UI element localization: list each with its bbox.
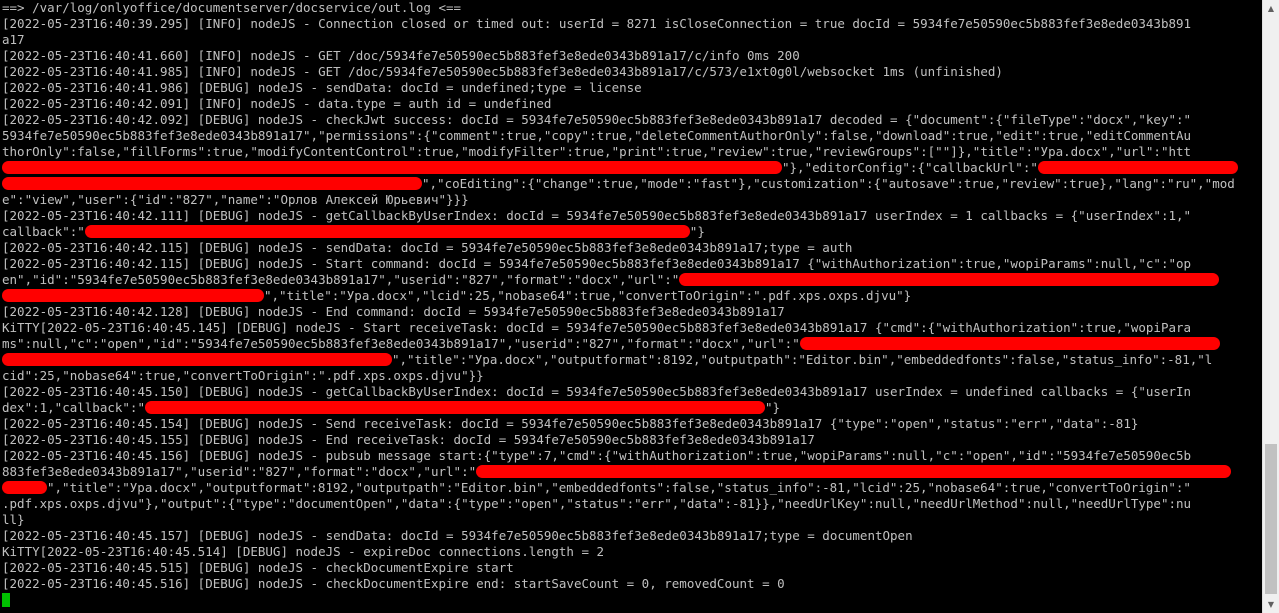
log-line-32: .pdf.xps.oxps.djvu"},"output":{"type":"d… [2,496,1192,511]
log-line-35: KiTTY[2022-05-23T16:40:45.514] [DEBUG] n… [2,544,605,559]
redaction-mark [1037,161,1238,174]
log-line-6: [2022-05-23T16:40:41.986] [DEBUG] nodeJS… [2,80,642,95]
log-line-7: [2022-05-23T16:40:42.091] [INFO] nodeJS … [2,96,552,111]
redaction-mark [2,353,392,366]
log-line-5: [2022-05-23T16:40:41.985] [INFO] nodeJS … [2,64,1003,79]
log-line-31: ","title":"Ура.docx","outputformat":8192… [2,480,1262,496]
log-text: 883fef3e8ede0343b891a17","userid":"827",… [2,464,477,479]
log-text: dex":1,"callback":" [2,400,145,415]
log-line-29: [2022-05-23T16:40:45.156] [DEBUG] nodeJS… [2,448,1192,463]
log-line-34: [2022-05-23T16:40:45.157] [DEBUG] nodeJS… [2,528,913,543]
redaction-mark [2,177,422,190]
log-line-11: "},"editorConfig":{"callbackUrl":" [2,160,1262,176]
log-line-14: [2022-05-23T16:40:42.111] [DEBUG] nodeJS… [2,208,1192,223]
log-line-10: thorOnly":false,"fillForms":true,"modify… [2,144,1192,159]
log-line-13: e":"view","user":{"id":"827","name":"Орл… [2,192,469,207]
log-line-3: a17 [2,32,25,47]
log-line-22: ms":null,"c":"open","id":"5934fe7e50590e… [2,336,1262,352]
log-line-25: [2022-05-23T16:40:45.150] [DEBUG] nodeJS… [2,384,1192,399]
scrollbar-thumb[interactable] [1265,444,1277,594]
redaction-mark [799,337,1220,350]
arrow-up-icon[interactable]: ▲ [1263,0,1279,17]
log-text: "} [689,224,705,239]
log-line-16: [2022-05-23T16:40:42.115] [DEBUG] nodeJS… [2,240,853,255]
log-text: ","coEditing":{"change":true,"mode":"fas… [422,176,1235,191]
log-line-8: [2022-05-23T16:40:42.092] [DEBUG] nodeJS… [2,112,1192,127]
redaction-mark [145,401,765,414]
terminal-cursor [2,592,10,607]
redaction-mark [2,289,264,302]
log-line-12: ","coEditing":{"change":true,"mode":"fas… [2,176,1262,192]
log-line-20: [2022-05-23T16:40:42.128] [DEBUG] nodeJS… [2,304,785,319]
log-line-27: [2022-05-23T16:40:45.154] [DEBUG] nodeJS… [2,416,1139,431]
terminal-output[interactable]: ==> /var/log/onlyoffice/documentserver/d… [0,0,1262,613]
redaction-mark [2,161,782,174]
log-text: callback":" [2,224,85,239]
redaction-mark [2,481,47,494]
log-line-18: en","id":"5934fe7e50590ec5b883fef3e8ede0… [2,272,1262,288]
redaction-mark [476,465,1232,478]
redaction-mark [679,273,1220,286]
log-line-1: ==> /var/log/onlyoffice/documentserver/d… [2,0,462,15]
log-text: ms":null,"c":"open","id":"5934fe7e50590e… [2,336,800,351]
log-text: en","id":"5934fe7e50590ec5b883fef3e8ede0… [2,272,680,287]
log-line-21: KiTTY[2022-05-23T16:40:45.145] [DEBUG] n… [2,320,1192,335]
log-line-23: ","title":"Ура.docx","outputformat":8192… [2,352,1262,368]
log-text: ","title":"Ура.docx","outputformat":8192… [392,352,1213,367]
log-line-33: ll} [2,512,25,527]
log-line-15: callback":" "} [2,224,1262,240]
log-line-19: ","title":"Ура.docx","lcid":25,"nobase64… [2,288,1262,304]
log-text: ","title":"Ура.docx","lcid":25,"nobase64… [264,288,912,303]
log-line-9: 5934fe7e50590ec5b883fef3e8ede0343b891a17… [2,128,1192,143]
log-line-26: dex":1,"callback":" "} [2,400,1262,416]
prompt-line [2,592,1262,608]
arrow-down-icon[interactable]: ▼ [1263,596,1279,613]
log-line-37: [2022-05-23T16:40:45.516] [DEBUG] nodeJS… [2,576,785,591]
redaction-mark [84,225,690,238]
vertical-scrollbar[interactable]: ▲ ▼ [1262,0,1279,613]
log-line-4: [2022-05-23T16:40:41.660] [INFO] nodeJS … [2,48,800,63]
log-line-24: cid":25,"nobase64":true,"convertToOrigin… [2,368,484,383]
log-text: ","title":"Ура.docx","outputformat":8192… [47,480,1191,495]
log-line-28: [2022-05-23T16:40:45.155] [DEBUG] nodeJS… [2,432,815,447]
log-text: "} [765,400,781,415]
log-text: "},"editorConfig":{"callbackUrl":" [782,160,1038,175]
log-line-36: [2022-05-23T16:40:45.515] [DEBUG] nodeJS… [2,560,514,575]
log-line-2: [2022-05-23T16:40:39.295] [INFO] nodeJS … [2,16,1192,31]
log-line-30: 883fef3e8ede0343b891a17","userid":"827",… [2,464,1262,480]
log-line-17: [2022-05-23T16:40:42.115] [DEBUG] nodeJS… [2,256,1192,271]
